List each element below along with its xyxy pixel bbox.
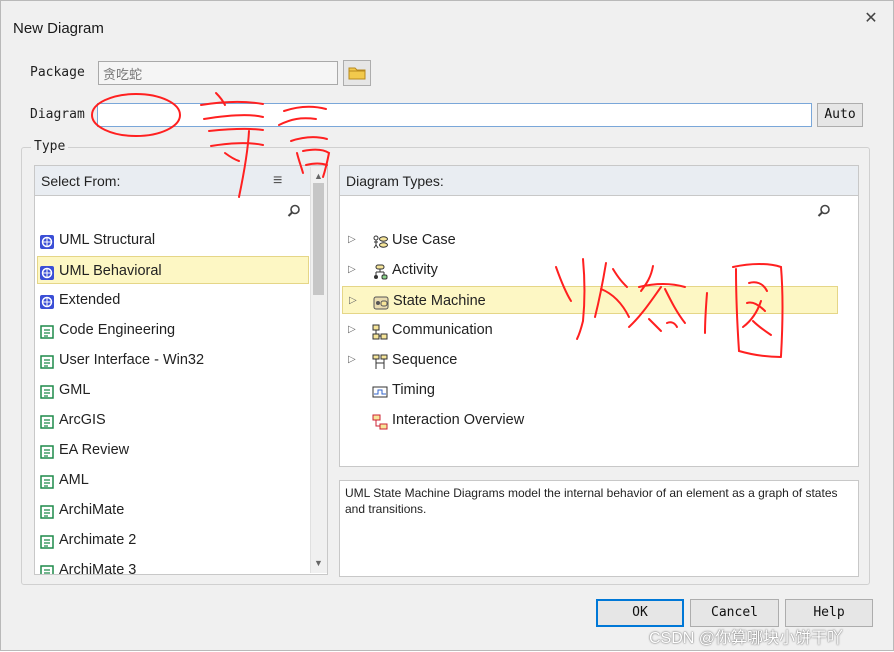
search-icon[interactable] bbox=[287, 204, 301, 218]
package-label: Package bbox=[30, 65, 85, 80]
diagram-type-label: State Machine bbox=[393, 293, 486, 309]
select-from-item[interactable]: UML Structural bbox=[37, 226, 309, 254]
toolbox-icon bbox=[39, 382, 55, 399]
select-from-item[interactable]: EA Review bbox=[37, 436, 309, 464]
select-from-item[interactable]: ArchiMate 3 bbox=[37, 556, 309, 575]
use-case-icon bbox=[372, 232, 388, 249]
select-from-item-label: AML bbox=[59, 472, 89, 488]
close-icon[interactable]: ✕ bbox=[861, 9, 881, 29]
toolbox-icon bbox=[39, 472, 55, 489]
uml-icon bbox=[39, 232, 55, 250]
select-from-item[interactable]: ArcGIS bbox=[37, 406, 309, 434]
scrollbar-thumb[interactable] bbox=[313, 183, 324, 295]
select-from-item[interactable]: Code Engineering bbox=[37, 316, 309, 344]
expand-arrow-icon[interactable]: ▷ bbox=[349, 287, 357, 315]
select-from-item[interactable]: UML Behavioral bbox=[37, 256, 309, 284]
select-from-item[interactable]: AML bbox=[37, 466, 309, 494]
select-from-panel: Select From: ≡ UML Structural UML Behavio… bbox=[34, 165, 328, 575]
select-from-item-label: ArchiMate 3 bbox=[59, 562, 137, 575]
select-from-item[interactable]: GML bbox=[37, 376, 309, 404]
expand-arrow-icon[interactable]: ▷ bbox=[348, 316, 356, 344]
folder-icon bbox=[348, 67, 366, 80]
diagram-types-header: Diagram Types: bbox=[340, 166, 858, 196]
diagram-type-item[interactable]: ▷ Communication bbox=[342, 316, 838, 344]
help-button[interactable]: Help bbox=[785, 599, 873, 627]
expand-arrow-icon[interactable]: ▷ bbox=[348, 226, 356, 254]
expand-arrow-icon[interactable]: ▷ bbox=[348, 346, 356, 374]
select-from-item-label: UML Structural bbox=[59, 232, 156, 248]
diagram-type-label: Activity bbox=[392, 262, 438, 278]
diagram-type-label: Sequence bbox=[392, 352, 458, 368]
select-from-item-label: UML Behavioral bbox=[59, 263, 162, 279]
select-from-item[interactable]: Extended bbox=[37, 286, 309, 314]
select-from-item[interactable]: ArchiMate bbox=[37, 496, 309, 524]
toolbox-icon bbox=[39, 532, 55, 549]
select-from-item-label: ArcGIS bbox=[59, 412, 106, 428]
diagram-type-item[interactable]: ▷ Use Case bbox=[342, 226, 838, 254]
diagram-name-input[interactable] bbox=[97, 103, 812, 127]
select-from-title: Select From: bbox=[41, 173, 121, 189]
state-machine-icon bbox=[373, 293, 389, 310]
toolbox-icon bbox=[39, 322, 55, 339]
select-from-header: Select From: ≡ bbox=[35, 166, 327, 196]
menu-icon[interactable]: ≡ bbox=[273, 166, 282, 196]
timing-icon bbox=[372, 382, 388, 398]
package-field: 贪吃蛇 bbox=[98, 61, 338, 85]
expand-arrow-icon[interactable]: ▷ bbox=[348, 256, 356, 284]
diagram-type-label: Use Case bbox=[392, 232, 456, 248]
scroll-up-icon[interactable]: ▲ bbox=[314, 171, 323, 181]
diagram-type-label: Communication bbox=[392, 322, 493, 338]
select-from-item-label: User Interface - Win32 bbox=[59, 352, 205, 368]
auto-button[interactable]: Auto bbox=[817, 103, 863, 127]
uml-icon bbox=[39, 263, 55, 281]
diagram-type-item[interactable]: ▷ State Machine bbox=[342, 286, 838, 314]
cancel-button[interactable]: Cancel bbox=[690, 599, 779, 627]
uml-icon bbox=[39, 292, 55, 310]
select-from-item-label: Code Engineering bbox=[59, 322, 176, 338]
toolbox-icon bbox=[39, 352, 55, 369]
toolbox-icon bbox=[39, 562, 55, 574]
toolbox-icon bbox=[39, 502, 55, 519]
sequence-icon bbox=[372, 352, 388, 370]
diagram-label: Diagram bbox=[30, 107, 85, 122]
browse-package-button[interactable] bbox=[343, 60, 371, 86]
interaction-overview-icon bbox=[372, 412, 388, 430]
diagram-description: UML State Machine Diagrams model the int… bbox=[339, 480, 859, 577]
select-from-item[interactable]: Archimate 2 bbox=[37, 526, 309, 554]
activity-icon bbox=[372, 262, 388, 280]
select-from-item-label: GML bbox=[59, 382, 91, 398]
select-from-item-label: ArchiMate bbox=[59, 502, 125, 518]
diagram-type-item[interactable]: Interaction Overview bbox=[342, 406, 838, 434]
select-from-item-label: Archimate 2 bbox=[59, 532, 137, 548]
diagram-type-label: Timing bbox=[392, 382, 435, 398]
ok-button[interactable]: OK bbox=[596, 599, 684, 627]
diagram-type-label: Interaction Overview bbox=[392, 412, 525, 428]
search-icon[interactable] bbox=[817, 204, 831, 218]
select-from-item[interactable]: User Interface - Win32 bbox=[37, 346, 309, 374]
toolbox-icon bbox=[39, 442, 55, 459]
type-group-label: Type bbox=[31, 139, 69, 154]
diagram-types-panel: Diagram Types: ▷ Use Case ▷ Activity ▷ State … bbox=[339, 165, 859, 467]
watermark-text: CSDN @你算哪块小饼干吖 bbox=[649, 630, 844, 647]
diagram-type-item[interactable]: ▷ Activity bbox=[342, 256, 838, 284]
diagram-type-item[interactable]: ▷ Sequence bbox=[342, 346, 838, 374]
new-diagram-dialog: New Diagram ✕ Package 贪吃蛇 Diagram Auto T… bbox=[0, 0, 894, 651]
diagram-type-item[interactable]: Timing bbox=[342, 376, 838, 404]
communication-icon bbox=[372, 322, 388, 340]
scroll-down-icon[interactable]: ▼ bbox=[314, 558, 323, 568]
select-from-item-label: Extended bbox=[59, 292, 121, 308]
select-from-item-label: EA Review bbox=[59, 442, 130, 458]
dialog-title: New Diagram bbox=[13, 20, 104, 37]
toolbox-icon bbox=[39, 412, 55, 429]
